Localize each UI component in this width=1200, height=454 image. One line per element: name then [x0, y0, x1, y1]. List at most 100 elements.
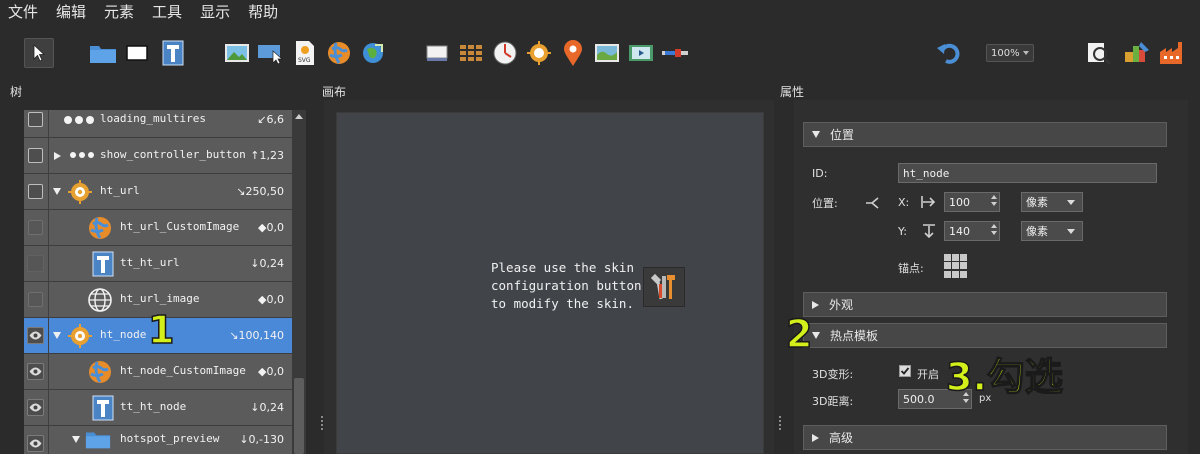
scroll-thumb[interactable] [294, 378, 304, 454]
text-icon[interactable] [158, 38, 188, 68]
id-field[interactable]: ht_node [898, 163, 1157, 183]
expand-arrow-icon[interactable] [54, 152, 61, 160]
tree-panel-title: 树 [10, 85, 23, 99]
visibility-checkbox[interactable] [28, 220, 43, 235]
skin-configuration-button[interactable] [643, 267, 685, 307]
image-pointer-icon[interactable] [256, 38, 286, 68]
collapse-arrow-icon [812, 131, 820, 138]
collapse-arrow-icon [812, 332, 820, 339]
eye-icon[interactable] [27, 363, 44, 380]
collapse-arrow-icon[interactable] [72, 436, 80, 443]
factory-icon[interactable] [1158, 38, 1188, 68]
tree-scrollbar[interactable] [292, 110, 306, 454]
tree-row-ht-node-customimage[interactable]: ht_node_CustomImage ◆0,0 [24, 354, 292, 390]
video-icon[interactable] [626, 38, 656, 68]
distance-3d-label: 3D距离: [812, 395, 854, 408]
section-appearance[interactable]: 外观 [803, 292, 1167, 317]
grid-icon[interactable] [456, 38, 486, 68]
eye-icon[interactable] [27, 435, 44, 452]
menu-tools[interactable]: 工具 [152, 1, 182, 22]
y-input[interactable]: 140 [944, 221, 1000, 241]
section-hotspot-template[interactable]: 热点模板 [803, 323, 1167, 348]
node-name: ht_url [100, 184, 140, 197]
tree-row-ht-url-customimage[interactable]: ht_url_CustomImage ◆0,0 [24, 210, 292, 246]
menu-file[interactable]: 文件 [8, 1, 38, 22]
stepper-arrows-icon[interactable] [991, 224, 997, 235]
slider-icon[interactable] [660, 38, 690, 68]
zoom-select[interactable]: 100% [986, 44, 1034, 62]
target-icon[interactable] [524, 38, 554, 68]
divider [48, 210, 49, 246]
canvas-area[interactable]: Please use the skin configuration button… [336, 112, 764, 454]
splitter-handle[interactable] [320, 416, 323, 434]
globe-icon [89, 361, 111, 383]
map-pin-icon[interactable] [558, 38, 588, 68]
divider [48, 282, 49, 318]
svg-icon[interactable]: SVG [290, 38, 320, 68]
collapse-arrow-icon[interactable] [53, 332, 61, 339]
globe-arrow-icon[interactable] [358, 38, 388, 68]
pointer-icon[interactable] [24, 38, 54, 68]
visibility-checkbox[interactable] [28, 112, 43, 127]
section-title: 外观 [829, 298, 854, 312]
scroll-up-icon[interactable] [295, 114, 303, 119]
y-value: 140 [949, 224, 970, 238]
node-coord: ◆0,0 [258, 293, 284, 306]
tree-row-tt-ht-url[interactable]: tt_ht_url ↓0,24 [24, 246, 292, 282]
display-icon[interactable] [422, 38, 452, 68]
stepper-arrows-icon[interactable] [991, 195, 997, 206]
visibility-checkbox[interactable] [28, 184, 43, 199]
tree-row-show-controller-button[interactable]: show_controller_button ↑1,23 [24, 138, 292, 174]
tree-row-ht-url[interactable]: ht_url ↘250,50 [24, 174, 292, 210]
toolbar: SVG 100% [0, 22, 1200, 82]
chevron-down-icon [1067, 229, 1075, 234]
section-position[interactable]: 位置 [803, 122, 1167, 147]
tree-row-hotspot-preview[interactable]: hotspot_preview ↓0,-130 [24, 426, 292, 454]
anchor-grid[interactable] [944, 254, 968, 278]
divider [48, 318, 49, 354]
expand-arrow-icon [812, 300, 819, 309]
compass-icon[interactable] [490, 38, 520, 68]
transform-3d-checkbox[interactable] [899, 365, 911, 377]
undo-icon[interactable] [934, 38, 964, 68]
x-unit-select[interactable]: 像素 [1021, 192, 1083, 212]
annotation-step-1: 1 [147, 307, 175, 353]
chevron-down-icon [1067, 200, 1075, 205]
x-label: X: [898, 196, 910, 209]
section-title: 热点模板 [830, 329, 879, 343]
dots-icon [70, 152, 94, 158]
preview-icon[interactable] [1084, 38, 1114, 68]
link-icon[interactable] [864, 195, 882, 211]
globe-icon[interactable] [324, 38, 354, 68]
folder-icon[interactable] [88, 38, 118, 68]
text-icon [92, 251, 114, 277]
map-icon[interactable] [592, 38, 622, 68]
x-input[interactable]: 100 [944, 192, 1000, 212]
node-name: ht_node_CustomImage [120, 364, 246, 377]
rectangle-icon[interactable] [122, 38, 152, 68]
divider [48, 110, 49, 138]
collapse-arrow-icon[interactable] [53, 188, 61, 195]
annotation-step-2: 2 [785, 311, 813, 357]
splitter-handle[interactable] [778, 416, 781, 434]
canvas-message: Please use the skin configuration button… [491, 260, 642, 311]
y-unit-select[interactable]: 像素 [1021, 221, 1083, 241]
menu-edit[interactable]: 编辑 [56, 1, 86, 22]
menu-elements[interactable]: 元素 [104, 1, 134, 22]
tree-row-loading-multires[interactable]: loading_multires ↙6,6 [24, 110, 292, 138]
tree-row-tt-ht-node[interactable]: tt_ht_node ↓0,24 [24, 390, 292, 426]
eye-icon[interactable] [27, 327, 44, 344]
visibility-checkbox[interactable] [28, 292, 43, 307]
image-icon[interactable] [222, 38, 252, 68]
annotation-step-3: 3.勾选 [945, 354, 1063, 400]
eye-icon[interactable] [27, 255, 44, 272]
visibility-checkbox[interactable] [28, 148, 43, 163]
y-label: Y: [898, 225, 907, 238]
menu-view[interactable]: 显示 [200, 1, 230, 22]
eye-icon[interactable] [27, 399, 44, 416]
brush-icon[interactable] [1122, 38, 1152, 68]
x-offset-icon [921, 196, 936, 208]
section-advanced[interactable]: 高级 [803, 425, 1167, 450]
node-name: tt_ht_url [120, 256, 180, 269]
menu-help[interactable]: 帮助 [248, 1, 278, 22]
